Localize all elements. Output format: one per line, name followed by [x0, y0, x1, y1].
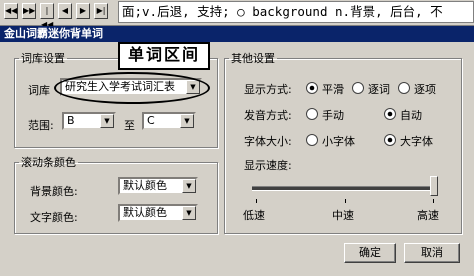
- text-color-select[interactable]: 默认颜色 ▼: [118, 204, 198, 222]
- speed-track: [252, 186, 438, 191]
- speed-tick-marks: [252, 199, 438, 204]
- chevron-down-icon[interactable]: ▼: [182, 179, 196, 193]
- window-title: 金山词霸迷你背单词: [0, 26, 474, 42]
- range-from-value: B: [67, 114, 75, 127]
- word-ticker: 面;v.后退, 支持; ○ background n.背景, 后台, 不: [118, 1, 474, 23]
- display-mode-label: 显示方式:: [244, 83, 292, 96]
- range-to-label: 至: [124, 119, 135, 132]
- tick-mark: [345, 199, 346, 203]
- ok-button[interactable]: 确定: [344, 243, 396, 263]
- skip-start-icon[interactable]: |◀◀: [40, 3, 54, 29]
- range-to-value: C: [147, 114, 155, 127]
- prev-icon[interactable]: ◀: [58, 3, 72, 19]
- vocab-settings-legend: 词库设置: [21, 52, 65, 65]
- radio-font-large[interactable]: [384, 134, 396, 146]
- speed-mid-label: 中速: [332, 209, 354, 222]
- next-icon[interactable]: ▶: [76, 3, 90, 19]
- speed-high-label: 高速: [417, 209, 439, 222]
- radio-display-word-label: 逐词: [368, 83, 390, 96]
- radio-voice-auto[interactable]: [384, 108, 396, 120]
- first-icon[interactable]: ◀◀: [4, 3, 18, 19]
- radio-display-word[interactable]: [352, 82, 364, 94]
- tick-mark: [433, 199, 434, 203]
- skip-end-icon[interactable]: ▶|: [94, 3, 108, 19]
- bg-color-select[interactable]: 默认颜色 ▼: [118, 177, 198, 195]
- radio-display-smooth[interactable]: [306, 82, 318, 94]
- speed-label: 显示速度:: [244, 159, 292, 172]
- radio-voice-manual[interactable]: [306, 108, 318, 120]
- radio-font-small[interactable]: [306, 134, 318, 146]
- speed-slider-thumb[interactable]: [430, 176, 438, 196]
- library-label: 词库: [28, 84, 50, 97]
- bg-color-label: 背景颜色:: [30, 185, 78, 198]
- radio-display-smooth-label: 平滑: [322, 83, 344, 96]
- annotation-label: 单词区间: [118, 42, 210, 70]
- chevron-down-icon[interactable]: ▼: [182, 206, 196, 220]
- radio-font-small-label: 小字体: [322, 135, 355, 148]
- voice-mode-label: 发音方式:: [244, 109, 292, 122]
- range-from-select[interactable]: B ▼: [62, 112, 116, 130]
- radio-voice-manual-label: 手动: [322, 109, 344, 122]
- scroll-colors-legend: 滚动条颜色: [21, 156, 76, 169]
- range-to-select[interactable]: C ▼: [142, 112, 196, 130]
- radio-display-item[interactable]: [398, 82, 410, 94]
- text-color-value: 默认颜色: [123, 206, 167, 219]
- chevron-down-icon[interactable]: ▼: [180, 114, 194, 128]
- chevron-down-icon[interactable]: ▼: [100, 114, 114, 128]
- last-icon[interactable]: ▶▶: [22, 3, 36, 19]
- radio-font-large-label: 大字体: [400, 135, 433, 148]
- text-color-label: 文字颜色:: [30, 211, 78, 224]
- font-size-label: 字体大小:: [244, 135, 292, 148]
- toolbar: ◀◀ ▶▶ |◀◀ ◀ ▶ ▶| 面;v.后退, 支持; ○ backgroun…: [0, 0, 474, 29]
- highlight-oval: [54, 72, 210, 104]
- speed-low-label: 低速: [243, 209, 265, 222]
- range-label: 范围:: [28, 119, 54, 132]
- other-settings-legend: 其他设置: [231, 52, 275, 65]
- cancel-button[interactable]: 取消: [404, 243, 460, 263]
- bg-color-value: 默认颜色: [123, 179, 167, 192]
- radio-voice-auto-label: 自动: [400, 109, 422, 122]
- radio-display-item-label: 逐项: [414, 83, 436, 96]
- tick-mark: [256, 199, 257, 203]
